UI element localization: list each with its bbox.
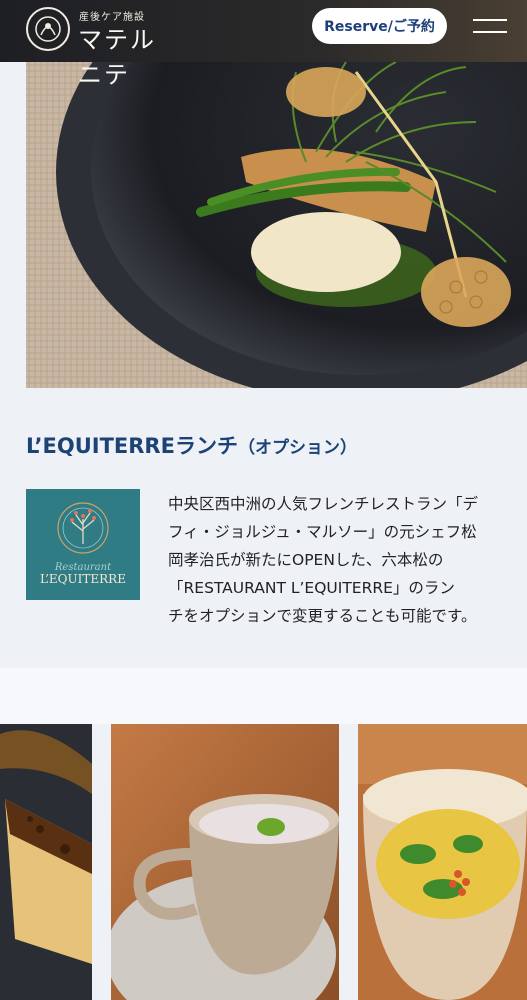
- hero-dish-image: [26, 62, 527, 388]
- logo-emblem-icon: [26, 7, 70, 51]
- restaurant-description: 中央区西中洲の人気フレンチレストラン「デ フィ・ジョルジュ・マルソー」の元シェフ…: [168, 490, 498, 630]
- gallery-image-cheesecake[interactable]: [0, 724, 92, 1000]
- gallery-image-salad-jar[interactable]: [358, 724, 527, 1000]
- description-line: フィ・ジョルジュ・マルソー」の元シェフ松: [168, 523, 477, 541]
- description-line: チをオプションで変更することも可能です。: [168, 607, 477, 625]
- site-logo[interactable]: 産後ケア施設 マテルニテ: [26, 5, 166, 89]
- description-line: 「RESTAURANT L’EQUITERRE」のラン: [168, 579, 455, 597]
- section-divider: [0, 668, 527, 724]
- gallery-image-soup[interactable]: [111, 724, 339, 1000]
- section-title-main: L’EQUITERREランチ: [26, 434, 238, 458]
- reserve-button[interactable]: Reserve/ご予約: [312, 8, 447, 44]
- logo-name: マテルニテ: [78, 26, 156, 89]
- hamburger-menu-icon[interactable]: [473, 14, 507, 38]
- section-title-option: （オプション）: [237, 438, 357, 458]
- description-line: 中央区西中洲の人気フレンチレストラン「デ: [168, 495, 479, 513]
- restaurant-logo-name: L’EQUITERRE: [40, 572, 126, 586]
- description-line: 岡孝治氏が新たにOPENした、六本松の: [168, 551, 444, 569]
- restaurant-logo: Restaurant L’EQUITERRE: [26, 489, 140, 600]
- site-header: 産後ケア施設 マテルニテ Reserve/ご予約: [0, 0, 527, 89]
- section-title: L’EQUITERREランチ（オプション）: [26, 430, 357, 460]
